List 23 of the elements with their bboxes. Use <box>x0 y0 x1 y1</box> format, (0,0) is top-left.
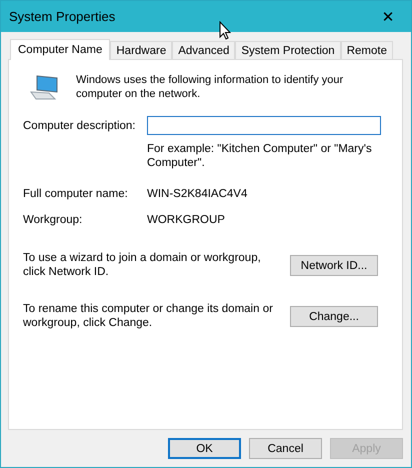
field-label: Full computer name: <box>23 187 129 202</box>
dialog-button[interactable]: Cancel <box>249 438 322 459</box>
tab[interactable]: System Protection <box>235 41 341 59</box>
hint-text: For example: "Kitchen Computer" or "Mary's Computer". <box>147 143 372 170</box>
field-label: Computer description: <box>23 120 136 132</box>
field-value: WIN-S2K84IAC4V4 <box>147 187 248 202</box>
mouse-pointer-icon <box>219 21 231 40</box>
tab[interactable]: Hardware <box>110 41 172 59</box>
intro-text: Windows uses the following information to identify your computer on the network. <box>76 73 344 101</box>
action-button[interactable]: Network ID... <box>290 255 378 276</box>
action-button[interactable]: Change... <box>290 306 378 327</box>
computer-icon <box>29 75 59 101</box>
instruction-text: To use a wizard to join a domain or workgroup, click Network ID. <box>23 252 262 279</box>
close-button[interactable]: ✕ <box>365 1 411 32</box>
field-value: WORKGROUP <box>147 213 226 228</box>
tab[interactable]: Computer Name <box>10 39 110 60</box>
dialog-button[interactable]: OK <box>168 438 241 459</box>
field-label: Workgroup: <box>23 213 84 228</box>
instruction-text: To rename this computer or change its domain or workgroup, click Change. <box>23 303 273 330</box>
tab[interactable]: Advanced <box>172 41 236 59</box>
window-title: System Properties <box>9 9 116 24</box>
description-field[interactable] <box>147 116 381 135</box>
tab[interactable]: Remote <box>340 41 393 59</box>
